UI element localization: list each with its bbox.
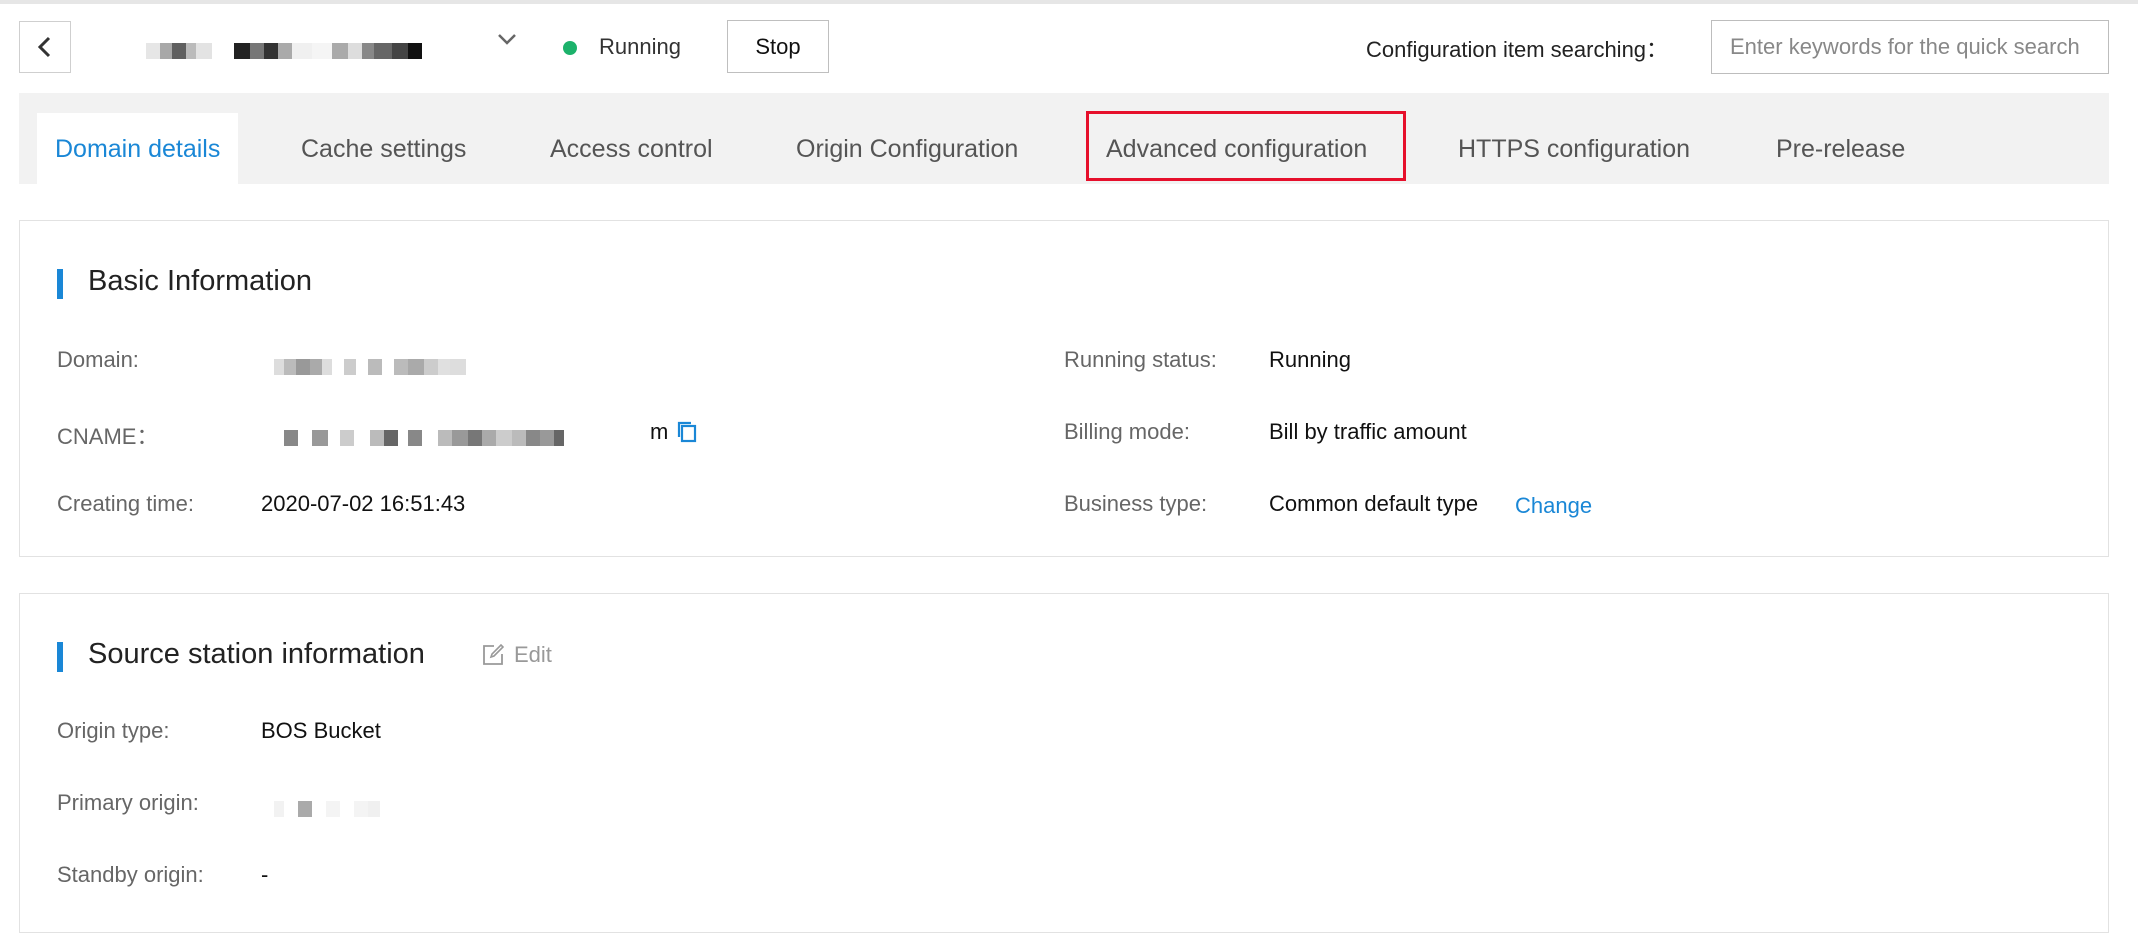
creating-time-label: Creating time: [57,491,194,516]
tab-bar: Domain details Cache settings Access con… [19,93,2109,185]
origin-type-label: Origin type: [57,718,170,743]
change-business-type-link[interactable]: Change [1515,493,1592,519]
creating-time-value: 2020-07-02 16:51:43 [261,491,466,516]
tab-access-control[interactable]: Access control [550,113,713,185]
edit-label: Edit [514,642,552,667]
running-status-label: Running status: [1064,347,1217,372]
status-indicator [563,41,577,55]
stop-button[interactable]: Stop [727,20,829,73]
edit-source-button[interactable]: Edit [482,642,552,668]
copy-icon[interactable] [676,420,698,444]
top-divider [0,0,2138,4]
billing-mode-value: Bill by traffic amount [1269,419,1467,444]
masked-domain-value [274,358,466,376]
standby-origin-label: Standby origin: [57,862,204,887]
masked-domain-name [146,42,422,60]
source-station-panel: Source station information Edit Origin t… [19,593,2109,933]
status-text: Running [599,34,681,59]
business-type-label: Business type: [1064,491,1208,516]
masked-primary-origin-value [274,800,380,818]
business-type-value: Common default type [1269,491,1479,516]
tab-cache-settings[interactable]: Cache settings [301,113,466,185]
section-title: Basic Information [88,265,313,297]
tab-pre-release[interactable]: Pre-release [1776,113,1905,185]
domain-select[interactable] [146,38,546,64]
highlight-box [1086,111,1406,181]
config-search-input[interactable] [1711,20,2109,74]
tab-domain-details[interactable]: Domain details [37,113,239,185]
section-title: Source station information [88,638,425,670]
tab-https-configuration[interactable]: HTTPS configuration [1458,113,1690,185]
cname-label: CNAME： [57,424,159,449]
cname-suffix: m [650,419,669,444]
section-accent-bar [57,269,63,299]
edit-icon [483,644,504,665]
masked-cname-value [274,429,564,447]
search-label: Configuration item searching： [1366,37,1669,62]
chevron-left-icon [37,36,51,58]
billing-mode-label: Billing mode: [1064,419,1190,444]
running-status-value: Running [1269,347,1351,372]
origin-type-value: BOS Bucket [261,718,381,743]
domain-label: Domain: [57,347,139,372]
basic-info-panel: Basic Information Domain: CNAME： m Creat… [19,220,2109,557]
standby-origin-value: - [261,862,269,887]
chevron-down-icon[interactable] [496,30,518,48]
tab-origin-configuration[interactable]: Origin Configuration [796,113,1018,185]
section-accent-bar [57,642,63,672]
back-button[interactable] [19,21,71,73]
primary-origin-label: Primary origin: [57,790,199,815]
